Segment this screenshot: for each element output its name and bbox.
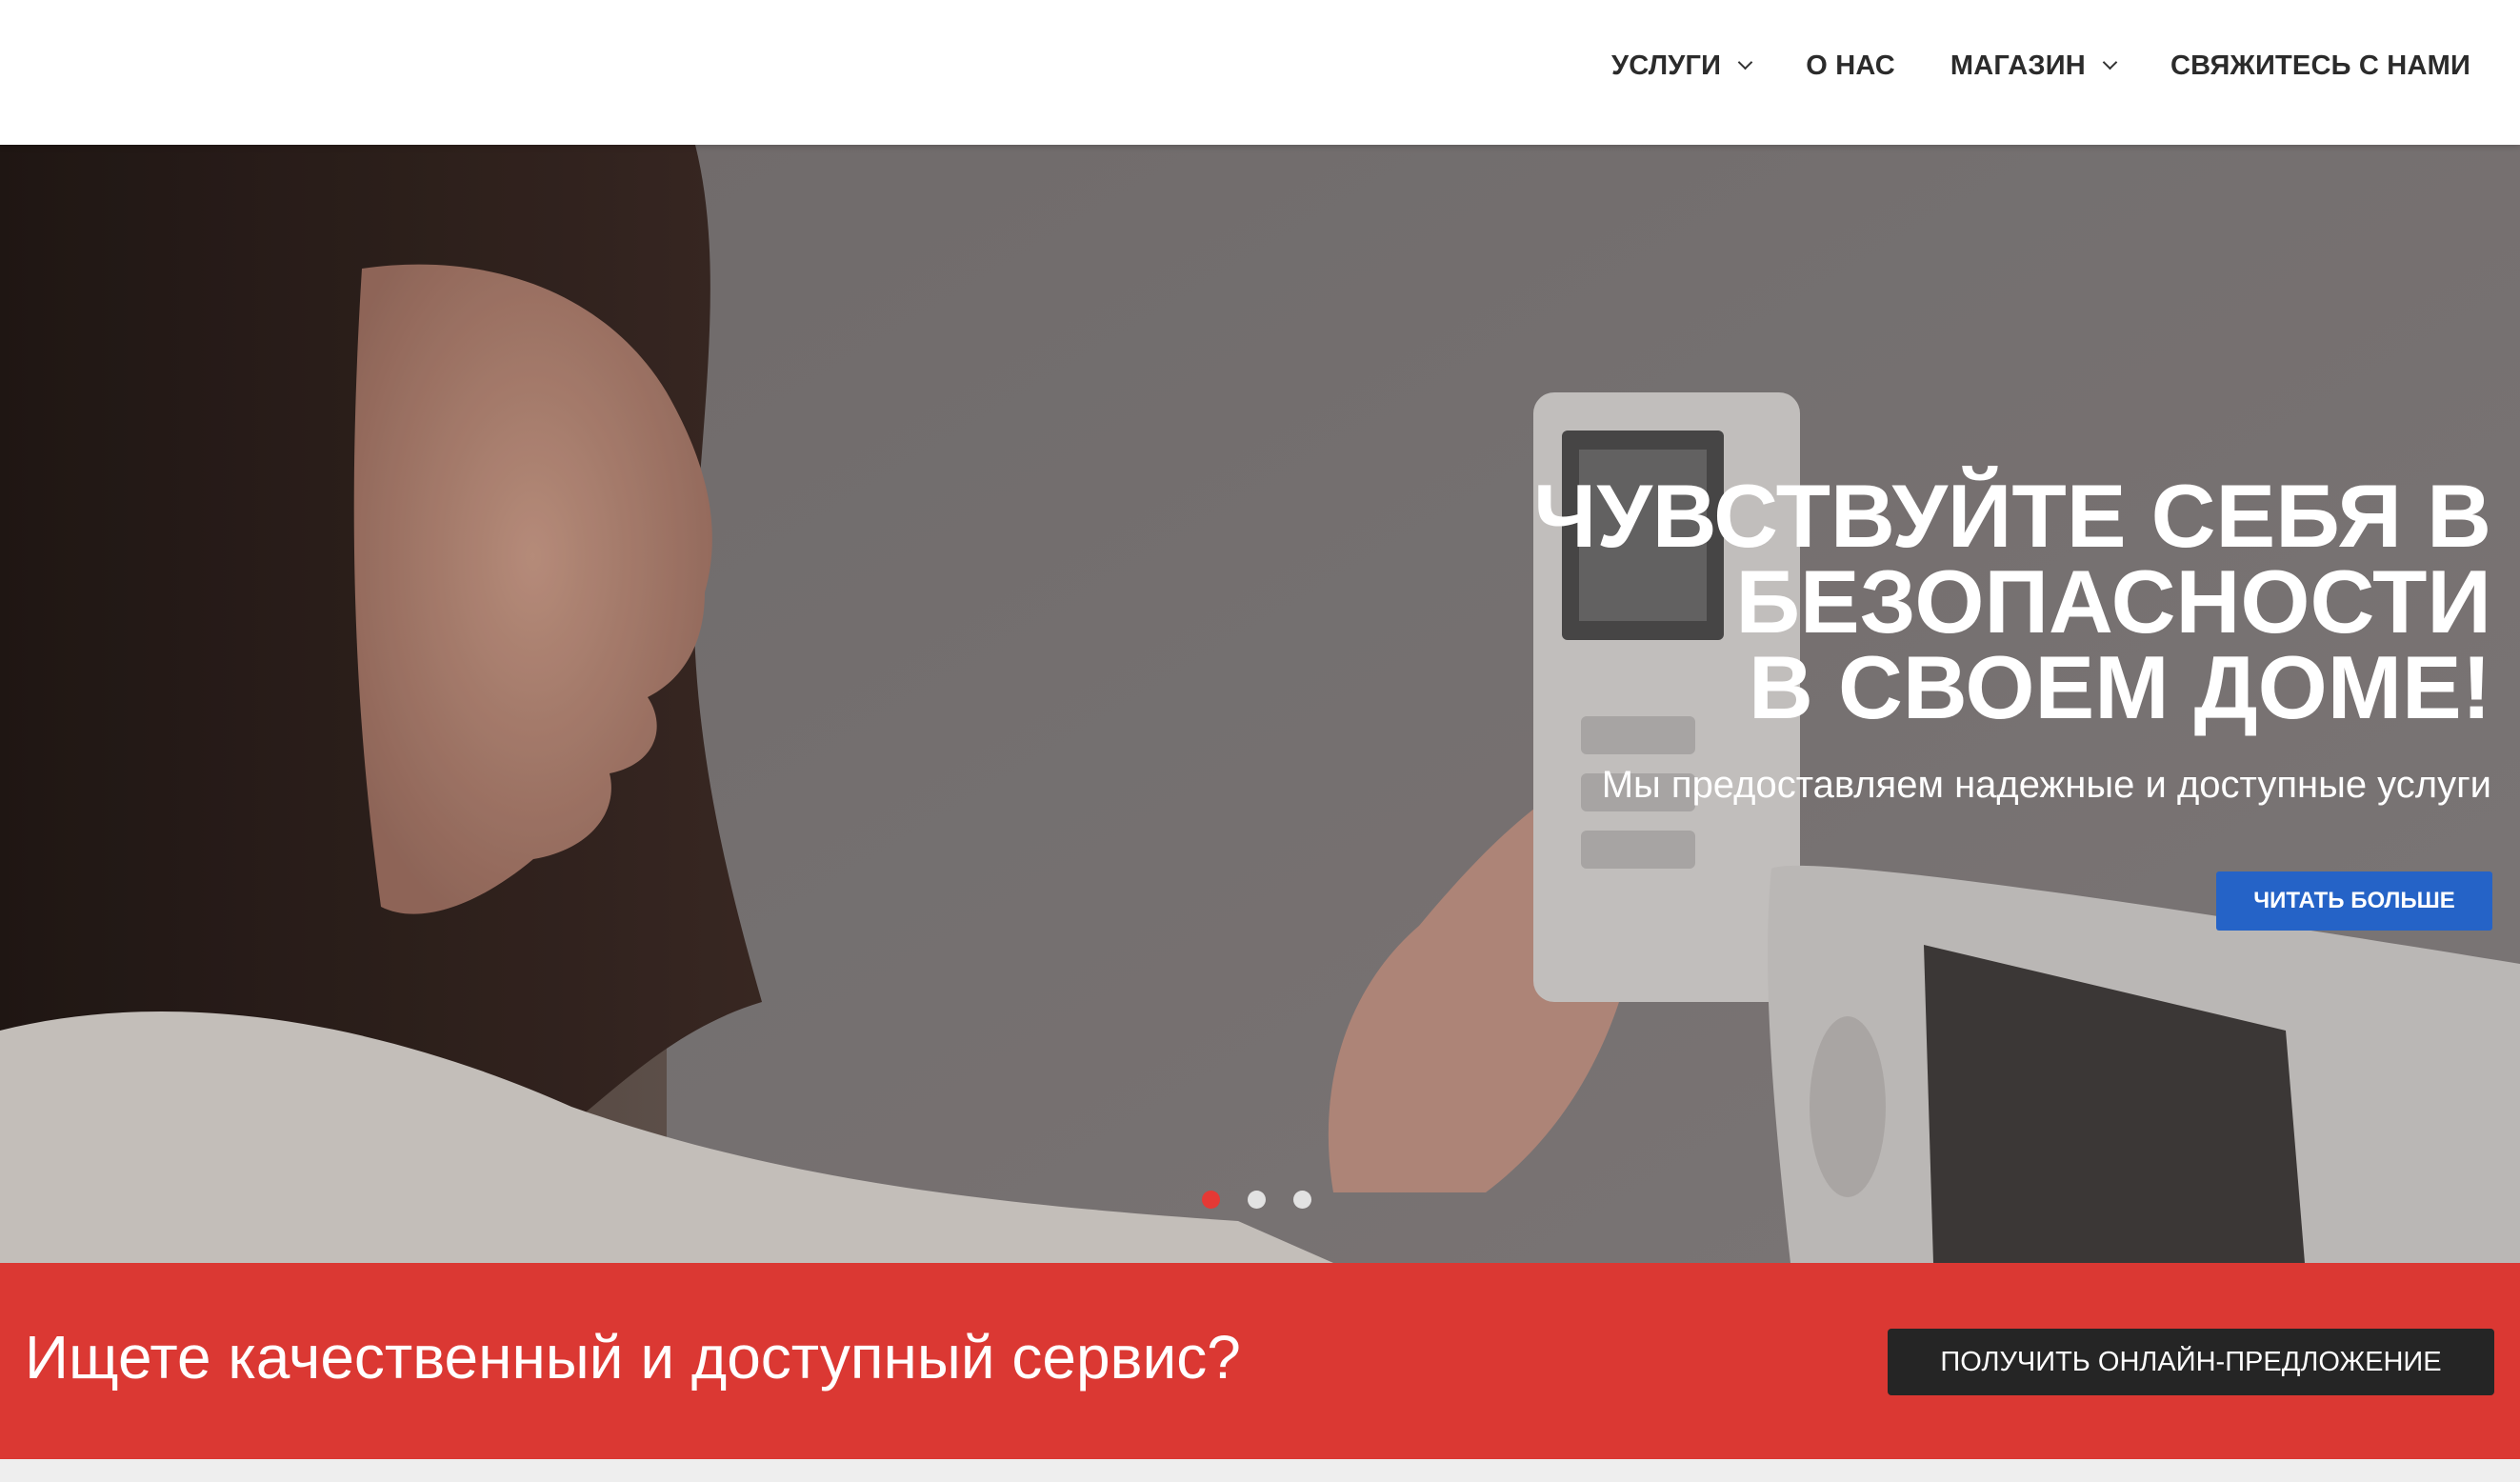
get-online-quote-button[interactable]: ПОЛУЧИТЬ ОНЛАЙН-ПРЕДЛОЖЕНИЕ xyxy=(1888,1329,2494,1395)
hero-title-line: БЕЗОПАСНОСТИ xyxy=(1735,551,2491,651)
read-more-button[interactable]: ЧИТАТЬ БОЛЬШЕ xyxy=(2216,871,2492,931)
slider-pagination xyxy=(1202,1191,1339,1209)
hero-title: ЧУВСТВУЙТЕ СЕБЯ В БЕЗОПАСНОСТИ В СВОЕМ Д… xyxy=(1253,466,2491,737)
cta-banner: Ищете качественный и доступный сервис? П… xyxy=(0,1263,2520,1459)
nav-item-contact-label: СВЯЖИТЕСЬ С НАМИ xyxy=(2170,50,2470,81)
slider-dot-3[interactable] xyxy=(1293,1191,1311,1209)
nav-item-services[interactable]: УСЛУГИ xyxy=(1611,50,1753,82)
nav-item-shop-label: МАГАЗИН xyxy=(1950,50,2086,81)
nav-item-contact[interactable]: СВЯЖИТЕСЬ С НАМИ xyxy=(2170,50,2470,82)
page: УСЛУГИ О НАС МАГАЗИН СВЯЖИТЕСЬ С НАМИ ЧУ… xyxy=(0,0,2520,1482)
site-header: УСЛУГИ О НАС МАГАЗИН СВЯЖИТЕСЬ С НАМИ xyxy=(0,0,2520,145)
chevron-down-icon xyxy=(1737,54,1753,70)
next-section-edge xyxy=(0,1459,2520,1482)
slider-dot-1[interactable] xyxy=(1202,1191,1220,1209)
hero-title-line: В СВОЕМ ДОМЕ! xyxy=(1748,637,2491,737)
hero-slider: ЧУВСТВУЙТЕ СЕБЯ В БЕЗОПАСНОСТИ В СВОЕМ Д… xyxy=(0,145,2520,1263)
main-nav: УСЛУГИ О НАС МАГАЗИН СВЯЖИТЕСЬ С НАМИ xyxy=(1556,0,2470,131)
hero-subtitle: Мы предоставляем надежные и доступные ус… xyxy=(1601,764,2491,806)
hero-title-line: ЧУВСТВУЙТЕ СЕБЯ В xyxy=(1533,466,2491,566)
nav-item-about[interactable]: О НАС xyxy=(1806,50,1895,82)
slider-dot-2[interactable] xyxy=(1248,1191,1266,1209)
nav-item-about-label: О НАС xyxy=(1806,50,1895,81)
cta-text: Ищете качественный и доступный сервис? xyxy=(25,1323,1241,1392)
chevron-down-icon xyxy=(2102,54,2118,70)
nav-item-services-label: УСЛУГИ xyxy=(1611,50,1722,81)
nav-item-shop[interactable]: МАГАЗИН xyxy=(1950,50,2118,82)
